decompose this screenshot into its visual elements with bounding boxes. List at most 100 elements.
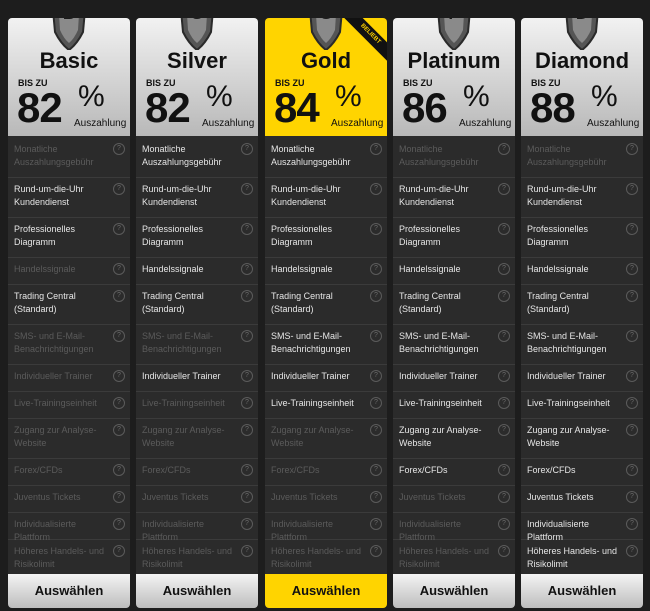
question-circle-icon[interactable]: ? xyxy=(113,143,125,155)
feature-label: Zugang zur Analyse-Website xyxy=(399,425,482,448)
question-circle-icon[interactable]: ? xyxy=(498,223,510,235)
question-circle-icon[interactable]: ? xyxy=(498,143,510,155)
question-circle-icon[interactable]: ? xyxy=(241,183,253,195)
select-plan-button[interactable]: Auswählen xyxy=(521,574,643,608)
question-circle-icon[interactable]: ? xyxy=(498,464,510,476)
feature-row: Juventus Tickets? xyxy=(393,486,515,513)
question-circle-icon[interactable]: ? xyxy=(241,330,253,342)
question-circle-icon[interactable]: ? xyxy=(113,545,125,557)
question-circle-icon[interactable]: ? xyxy=(498,424,510,436)
feature-label: Monatliche Auszahlungsgebühr xyxy=(142,144,222,167)
question-circle-icon[interactable]: ? xyxy=(626,424,638,436)
feature-label: Rund-um-die-Uhr Kundendienst xyxy=(399,184,469,207)
feature-label: Monatliche Auszahlungsgebühr xyxy=(527,144,607,167)
question-circle-icon[interactable]: ? xyxy=(370,397,382,409)
question-circle-icon[interactable]: ? xyxy=(370,330,382,342)
select-plan-button[interactable]: Auswählen xyxy=(265,574,387,608)
question-circle-icon[interactable]: ? xyxy=(241,491,253,503)
question-circle-icon[interactable]: ? xyxy=(626,183,638,195)
question-circle-icon[interactable]: ? xyxy=(370,263,382,275)
feature-label: Professionelles Diagramm xyxy=(14,224,76,247)
question-circle-icon[interactable]: ? xyxy=(626,397,638,409)
feature-list: Monatliche Auszahlungsgebühr? Rund-um-die… xyxy=(265,138,387,580)
question-circle-icon[interactable]: ? xyxy=(241,424,253,436)
question-circle-icon[interactable]: ? xyxy=(241,464,253,476)
question-circle-icon[interactable]: ? xyxy=(370,518,382,530)
feature-row: Zugang zur Analyse-Website? xyxy=(8,419,130,459)
feature-label: Forex/CFDs xyxy=(14,465,63,475)
question-circle-icon[interactable]: ? xyxy=(626,370,638,382)
question-circle-icon[interactable]: ? xyxy=(370,143,382,155)
feature-row: Monatliche Auszahlungsgebühr? xyxy=(136,138,258,178)
feature-row: Professionelles Diagramm? xyxy=(521,218,643,258)
feature-label: Forex/CFDs xyxy=(271,465,320,475)
question-circle-icon[interactable]: ? xyxy=(498,183,510,195)
question-circle-icon[interactable]: ? xyxy=(370,370,382,382)
shield-badge-icon: S xyxy=(177,18,217,52)
question-circle-icon[interactable]: ? xyxy=(370,491,382,503)
question-circle-icon[interactable]: ? xyxy=(498,330,510,342)
question-circle-icon[interactable]: ? xyxy=(626,464,638,476)
question-circle-icon[interactable]: ? xyxy=(241,223,253,235)
feature-label: Professionelles Diagramm xyxy=(271,224,333,247)
question-circle-icon[interactable]: ? xyxy=(626,223,638,235)
question-circle-icon[interactable]: ? xyxy=(626,263,638,275)
payout-percent: 86 xyxy=(402,84,448,131)
question-circle-icon[interactable]: ? xyxy=(241,263,253,275)
question-circle-icon[interactable]: ? xyxy=(241,143,253,155)
feature-label: SMS- und E-Mail-Benachrichtigungen xyxy=(14,331,94,354)
question-circle-icon[interactable]: ? xyxy=(626,545,638,557)
feature-row: SMS- und E-Mail-Benachrichtigungen? xyxy=(393,325,515,365)
question-circle-icon[interactable]: ? xyxy=(626,143,638,155)
question-circle-icon[interactable]: ? xyxy=(370,183,382,195)
question-circle-icon[interactable]: ? xyxy=(370,464,382,476)
question-circle-icon[interactable]: ? xyxy=(113,330,125,342)
question-circle-icon[interactable]: ? xyxy=(113,518,125,530)
feature-label: Zugang zur Analyse-Website xyxy=(14,425,97,448)
question-circle-icon[interactable]: ? xyxy=(113,290,125,302)
question-circle-icon[interactable]: ? xyxy=(370,424,382,436)
feature-row: Professionelles Diagramm? xyxy=(393,218,515,258)
question-circle-icon[interactable]: ? xyxy=(113,223,125,235)
question-circle-icon[interactable]: ? xyxy=(370,223,382,235)
question-circle-icon[interactable]: ? xyxy=(241,545,253,557)
question-circle-icon[interactable]: ? xyxy=(370,290,382,302)
question-circle-icon[interactable]: ? xyxy=(626,290,638,302)
question-circle-icon[interactable]: ? xyxy=(498,545,510,557)
question-circle-icon[interactable]: ? xyxy=(113,370,125,382)
feature-row: Trading Central (Standard)? xyxy=(136,285,258,325)
feature-label: Zugang zur Analyse-Website xyxy=(271,425,354,448)
feature-row: Individueller Trainer? xyxy=(136,365,258,392)
question-circle-icon[interactable]: ? xyxy=(498,491,510,503)
plan-name: Basic xyxy=(39,48,99,73)
question-circle-icon[interactable]: ? xyxy=(113,464,125,476)
feature-label: Live-Trainingseinheit xyxy=(14,398,97,408)
feature-row: Live-Trainingseinheit? xyxy=(8,392,130,419)
question-circle-icon[interactable]: ? xyxy=(626,330,638,342)
select-plan-button[interactable]: Auswählen xyxy=(136,574,258,608)
question-circle-icon[interactable]: ? xyxy=(498,263,510,275)
feature-row: Live-Trainingseinheit? xyxy=(136,392,258,419)
feature-row: Handelssignale? xyxy=(521,258,643,285)
question-circle-icon[interactable]: ? xyxy=(626,518,638,530)
payout-percent: 82 xyxy=(17,84,63,131)
question-circle-icon[interactable]: ? xyxy=(241,290,253,302)
question-circle-icon[interactable]: ? xyxy=(498,290,510,302)
question-circle-icon[interactable]: ? xyxy=(241,518,253,530)
question-circle-icon[interactable]: ? xyxy=(498,397,510,409)
question-circle-icon[interactable]: ? xyxy=(241,397,253,409)
question-circle-icon[interactable]: ? xyxy=(626,491,638,503)
select-plan-button[interactable]: Auswählen xyxy=(393,574,515,608)
question-circle-icon[interactable]: ? xyxy=(113,424,125,436)
question-circle-icon[interactable]: ? xyxy=(113,183,125,195)
question-circle-icon[interactable]: ? xyxy=(241,370,253,382)
question-circle-icon[interactable]: ? xyxy=(370,545,382,557)
feature-row: Individueller Trainer? xyxy=(265,365,387,392)
feature-row: Handelssignale? xyxy=(393,258,515,285)
question-circle-icon[interactable]: ? xyxy=(113,491,125,503)
question-circle-icon[interactable]: ? xyxy=(113,397,125,409)
question-circle-icon[interactable]: ? xyxy=(498,370,510,382)
select-plan-button[interactable]: Auswählen xyxy=(8,574,130,608)
question-circle-icon[interactable]: ? xyxy=(113,263,125,275)
question-circle-icon[interactable]: ? xyxy=(498,518,510,530)
